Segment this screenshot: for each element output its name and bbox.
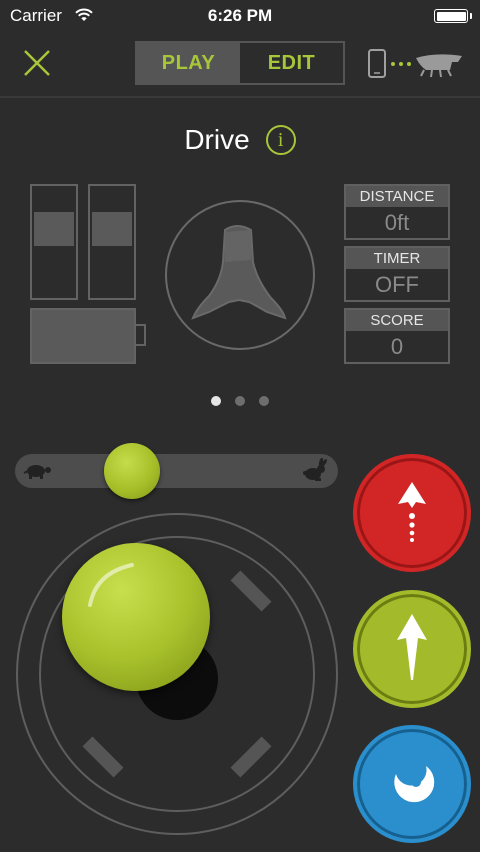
- page-dot[interactable]: [211, 396, 221, 406]
- timer-stat: TIMER OFF: [344, 246, 450, 302]
- score-label: SCORE: [346, 310, 448, 331]
- dotted-arrow-up-icon: [398, 482, 426, 542]
- right-motor-level: [92, 212, 132, 246]
- score-value: 0: [390, 334, 404, 359]
- connection-dots-icon: [391, 62, 411, 66]
- swirl-icon: [394, 766, 435, 803]
- robot-battery-tip: [136, 324, 146, 346]
- status-bar: Carrier 6:26 PM: [0, 0, 480, 32]
- tab-play[interactable]: PLAY: [137, 43, 240, 83]
- special-button[interactable]: [353, 725, 471, 843]
- page-title: Drive: [184, 124, 250, 155]
- robot-icon: [416, 54, 462, 78]
- forward-button[interactable]: [353, 590, 471, 708]
- speed-slider[interactable]: [15, 454, 338, 488]
- close-icon: [24, 50, 50, 76]
- boost-button[interactable]: [353, 454, 471, 572]
- arrow-up-icon: [397, 614, 427, 680]
- timer-value: OFF: [375, 272, 419, 297]
- status-time: 6:26 PM: [207, 6, 273, 25]
- left-motor-level: [34, 212, 74, 246]
- close-button[interactable]: [20, 46, 54, 80]
- distance-stat: DISTANCE 0ft: [344, 184, 450, 240]
- battery-status-tip: [470, 13, 472, 19]
- distance-label: DISTANCE: [346, 186, 448, 207]
- tab-edit[interactable]: EDIT: [240, 43, 343, 83]
- robot-connection-button[interactable]: [366, 46, 466, 82]
- page-header: Drive i: [0, 124, 480, 156]
- page-dot[interactable]: [259, 396, 269, 406]
- right-motor-gauge: [88, 184, 136, 300]
- rabbit-icon: [303, 458, 327, 481]
- battery-status-icon: [434, 9, 468, 23]
- robot-preview: [165, 200, 315, 350]
- turtle-icon: [23, 465, 51, 479]
- timer-label: TIMER: [346, 248, 448, 269]
- page-dot[interactable]: [235, 396, 245, 406]
- info-button[interactable]: i: [265, 125, 296, 155]
- header-divider: [0, 96, 480, 98]
- info-icon: i: [277, 128, 284, 151]
- phone-icon: [368, 49, 386, 78]
- score-stat: SCORE 0: [344, 308, 450, 364]
- left-motor-gauge: [30, 184, 78, 300]
- distance-value: 0ft: [384, 210, 410, 235]
- mode-segmented-control: PLAY EDIT: [135, 41, 345, 85]
- joystick-knob[interactable]: [62, 543, 210, 691]
- page-indicator[interactable]: [0, 396, 480, 406]
- robot-front-icon: [191, 225, 287, 320]
- speed-slider-thumb[interactable]: [104, 443, 160, 499]
- robot-battery-gauge: [30, 308, 136, 364]
- joystick-highlight: [88, 563, 134, 607]
